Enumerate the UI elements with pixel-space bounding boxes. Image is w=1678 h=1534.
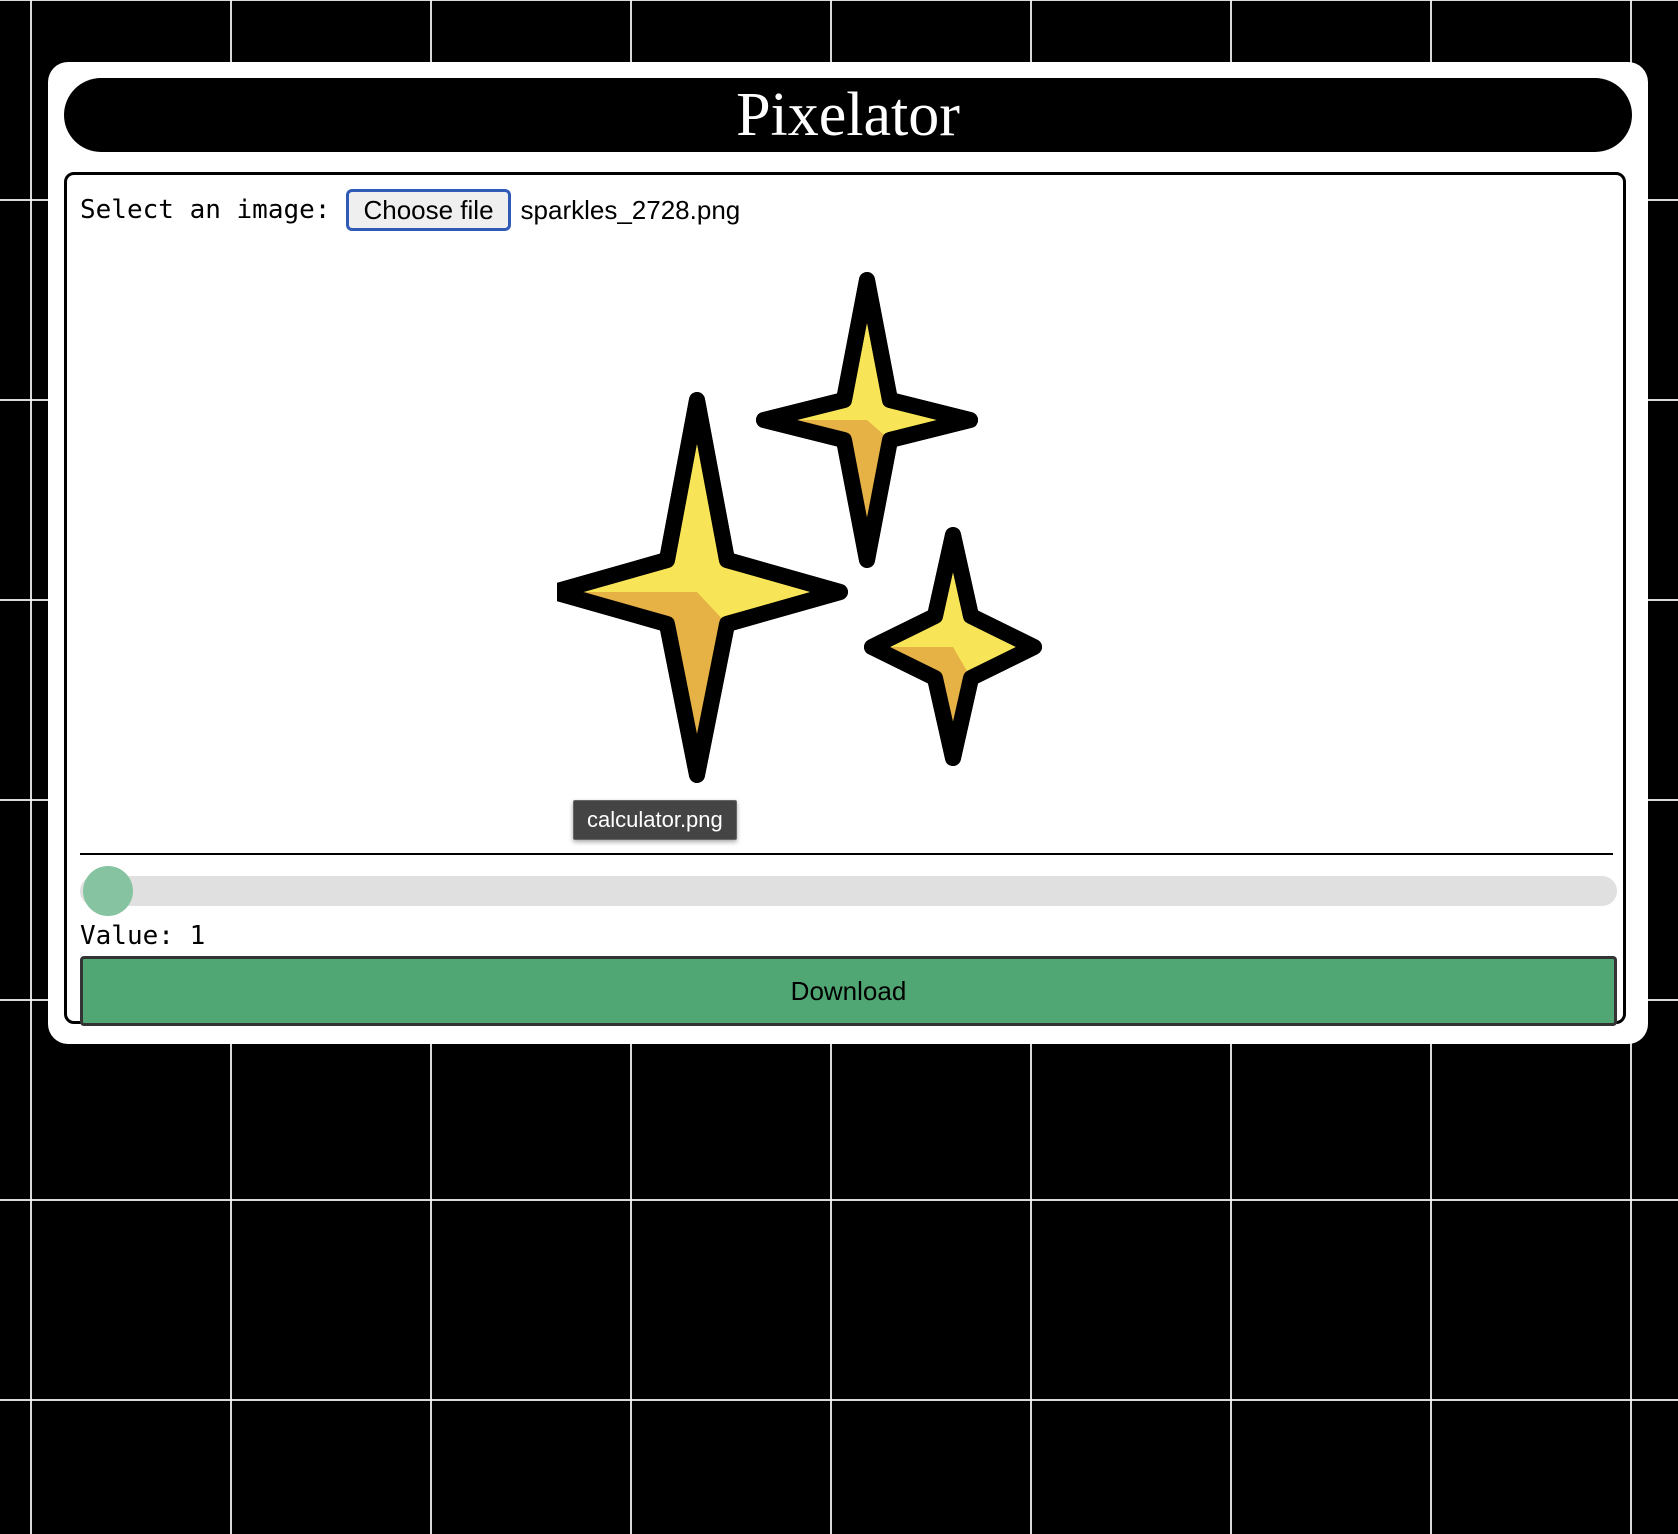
- selected-file-name: sparkles_2728.png: [520, 194, 741, 225]
- file-select-row: Select an image: Choose file sparkles_27…: [80, 188, 740, 232]
- pixel-size-slider[interactable]: [80, 865, 1617, 916]
- file-tooltip: calculator.png: [573, 800, 737, 840]
- title-bar: Pixelator: [64, 78, 1632, 152]
- slider-thumb[interactable]: [83, 866, 133, 916]
- value-display: Value: 1: [80, 918, 205, 954]
- download-button[interactable]: Download: [80, 956, 1617, 1026]
- main-panel: Select an image: Choose file sparkles_27…: [64, 172, 1626, 1026]
- app-title: Pixelator: [736, 81, 960, 149]
- value-number: 1: [189, 921, 206, 951]
- choose-file-button[interactable]: Choose file: [346, 189, 511, 231]
- value-label: Value:: [80, 921, 174, 951]
- app-window: Pixelator Select an image: Choose file s…: [48, 62, 1648, 1044]
- sparkles-icon: [557, 272, 1042, 783]
- slider-track[interactable]: [80, 876, 1617, 906]
- divider: [80, 853, 1613, 855]
- select-image-label: Select an image:: [80, 195, 331, 225]
